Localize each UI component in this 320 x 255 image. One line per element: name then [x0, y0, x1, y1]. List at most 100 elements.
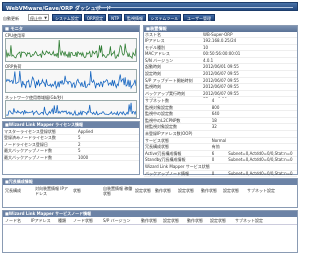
table-row: ノードライセンス登録日 2	[3, 141, 139, 149]
orp-graph	[5, 69, 137, 93]
orp-key: 未登録IPアドレス数(OOP)	[144, 130, 211, 138]
table-row: MACアドレス 00:50:56:00:00:01	[144, 50, 297, 58]
auto-update-label: 自動更新	[3, 15, 19, 21]
orp-value: 0	[210, 156, 228, 164]
redundancy-col: サブネット設定	[247, 188, 275, 193]
table-row: S/N バージョン 4.0.1	[144, 57, 297, 65]
service-node-panel-title: ■Wizard Link Mapper サービスノード情報	[3, 211, 297, 217]
service-node-panel: ■Wizard Link Mapper サービスノード情報 ノード名 IPアドレ…	[2, 210, 298, 253]
license-key: 最大バックアップノード数	[3, 154, 77, 162]
monitor-info-button[interactable]: 監視情報	[124, 14, 146, 21]
cpu-graph-line	[6, 39, 136, 60]
license-key: ノードライセンス登録日	[3, 141, 77, 149]
chevron-down-icon: ▼	[44, 16, 47, 20]
orp-detail: Subnet=0,Actdd0=0/0,Stat:n=0	[227, 156, 297, 164]
device-value: 2012/06/07 09:55	[202, 90, 297, 98]
orp-graph-line	[6, 70, 136, 90]
license-table: マスターライセンス登録状態 Applied 登録済みノードライセンス数 5 ノードラ…	[3, 128, 139, 162]
table-row: 起動時刻 2012/06/01 09:55	[144, 63, 297, 72]
table-row: 総監視対象設定数 32	[144, 123, 297, 131]
orp-key: 冗長構成状態	[144, 143, 211, 151]
user-management-button[interactable]: ユーザー管理	[183, 14, 215, 21]
device-key: S/P アップデート開始時刻	[144, 77, 202, 85]
redundancy-col: 自装置情報 稼働状態	[103, 186, 133, 196]
license-panel-title: ■Wizard Link Mapper ライセンス情報	[3, 122, 139, 128]
redundancy-col: 設定状態	[135, 188, 151, 193]
network-graph-line	[6, 102, 136, 117]
redundancy-col: 設定状態	[223, 188, 239, 193]
orp-value: 800	[210, 104, 228, 112]
table-row: 監視中のL2CPNP数 18	[144, 117, 297, 125]
table-row: Standby冗長構成情報 0 Subnet=0,Actdd0=0/0,Stat:n…	[144, 156, 297, 164]
table-row: 冗長構成状態 有効	[144, 143, 297, 151]
orp-key: 監視中の設定数	[144, 110, 211, 118]
interval-value: 停止中	[30, 15, 42, 21]
device-key: IPアドレス	[144, 37, 202, 45]
orp-detail: Subnet=0,Actdd0=0/0,Stat:n=0	[227, 170, 297, 178]
redundancy-col: 動作状態	[155, 188, 171, 193]
orp-key: 監視対象設定数	[144, 104, 211, 112]
table-row: バックアップノード情報 0 Subnet=0,Actdd0=0/0,Stat:n=0	[144, 170, 297, 178]
orp-table: サブネット数 4 監視対象設定数 800 監視中の設定数 640 監視中のL2CPNP…	[144, 98, 297, 178]
device-value: 2012/06/07 09:55	[202, 77, 297, 85]
ntp-button[interactable]: NTP	[108, 14, 122, 21]
device-key: S/N バージョン	[144, 57, 202, 65]
license-value: 5	[77, 134, 139, 142]
device-value: 2012/06/07 09:55	[202, 83, 297, 91]
page-title: WebVMware/Gave/ORP ダッシュボード	[6, 5, 112, 12]
license-value: 2	[77, 141, 139, 149]
table-row: モデル種別 10	[144, 44, 297, 52]
redundancy-col: 状態	[73, 188, 81, 193]
title-bar: WebVMware/Gave/ORP ダッシュボード	[2, 2, 298, 12]
orp-key: 総監視対象設定数	[144, 123, 211, 131]
redundancy-col: 設定状態	[178, 188, 194, 193]
orp-value: 640	[210, 110, 228, 118]
orp-value: 6	[210, 150, 228, 158]
table-row: 最大バックアップノード数 5	[3, 147, 139, 155]
device-key: モデル種別	[144, 44, 202, 52]
table-row: Active冗長構成情報 6 Subnet=0,Actdd0=0/0,Stat:n=…	[144, 150, 297, 158]
orp-value	[210, 130, 228, 138]
device-value: 192.168.0.25/24	[202, 37, 297, 45]
device-value: 10	[202, 44, 297, 52]
device-key: MACアドレス	[144, 50, 202, 58]
orp-value: 0	[210, 170, 228, 178]
orp-key: バックアップノード情報	[144, 170, 211, 178]
device-value: 2012/06/07 09:55	[202, 70, 297, 78]
orp-settings-button[interactable]: ORP設定	[84, 14, 106, 21]
orp-key: Wizard Link Mapper サービス状態	[144, 163, 211, 171]
orp-key: Standby冗長構成情報	[144, 156, 211, 164]
toolbar: 自動更新 停止中 ▼ システム設定 ORP設定 NTP 監視情報 システムツール…	[2, 13, 298, 22]
cpu-graph	[5, 38, 137, 62]
orp-value: 18	[210, 117, 228, 125]
device-key: 設定時刻	[144, 70, 202, 78]
network-graph	[5, 100, 137, 118]
title-divider	[95, 7, 293, 8]
divider	[3, 224, 297, 225]
orp-value: 32	[210, 123, 228, 131]
table-row: 登録済みノードライセンス数 5	[3, 134, 139, 142]
interval-select[interactable]: 停止中 ▼	[28, 14, 49, 21]
device-value: 4.0.1	[202, 57, 297, 65]
orp-key: 監視中のL2CPNP数	[144, 117, 211, 125]
table-row: S/P アップデート開始時刻 2012/06/07 09:55	[144, 77, 297, 85]
license-value: 1000	[77, 154, 139, 162]
orp-key: サービス状態	[144, 137, 211, 145]
table-row: 設定時刻 2012/06/07 09:55	[144, 70, 297, 78]
device-value: 2012/06/01 09:55	[202, 63, 297, 72]
orp-value: Normal	[210, 137, 228, 145]
table-row: 監視対象設定数 800	[144, 104, 297, 112]
device-key: バックアップ実行時刻	[144, 90, 202, 98]
license-key: 登録済みノードライセンス数	[3, 134, 77, 142]
system-tools-button[interactable]: システムツール	[148, 14, 181, 21]
device-table: ホスト名 WB-Super-ORP IPアドレス 192.168.0.25/24 モ…	[144, 31, 297, 105]
system-settings-button[interactable]: システム設定	[52, 14, 82, 21]
table-row: サービス状態 Normal	[144, 137, 297, 145]
table-row: 監視時刻 2012/06/07 09:55	[144, 83, 297, 91]
table-row: 未登録IPアドレス数(OOP)	[144, 130, 297, 138]
license-key: 最大バックアップノード数	[3, 147, 77, 155]
redundancy-col: 対向装置情報 IPアドレス	[35, 186, 68, 196]
table-row: IPアドレス 192.168.0.25/24	[144, 37, 297, 45]
orp-key: Active冗長構成情報	[144, 150, 211, 158]
monitor-panel: ■ モニタ CPU使用率 ORP負荷 ネットワーク使用帯域幅(Gb/秒)	[2, 25, 140, 119]
